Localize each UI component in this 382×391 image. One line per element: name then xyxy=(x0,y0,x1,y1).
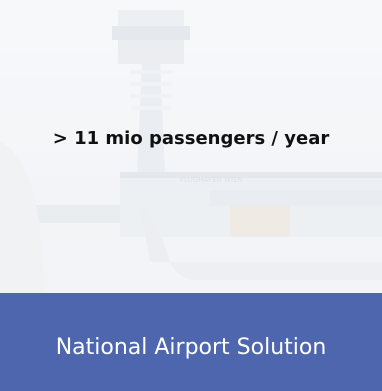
passengers-headline: > 11 mio passengers / year xyxy=(52,128,330,149)
solution-title: National Airport Solution xyxy=(55,334,327,360)
footer-bar[interactable]: National Airport Solution xyxy=(0,293,382,391)
airport-card[interactable]: FLUGHAFEN WIEN > 11 mio passengers / yea… xyxy=(0,0,382,391)
